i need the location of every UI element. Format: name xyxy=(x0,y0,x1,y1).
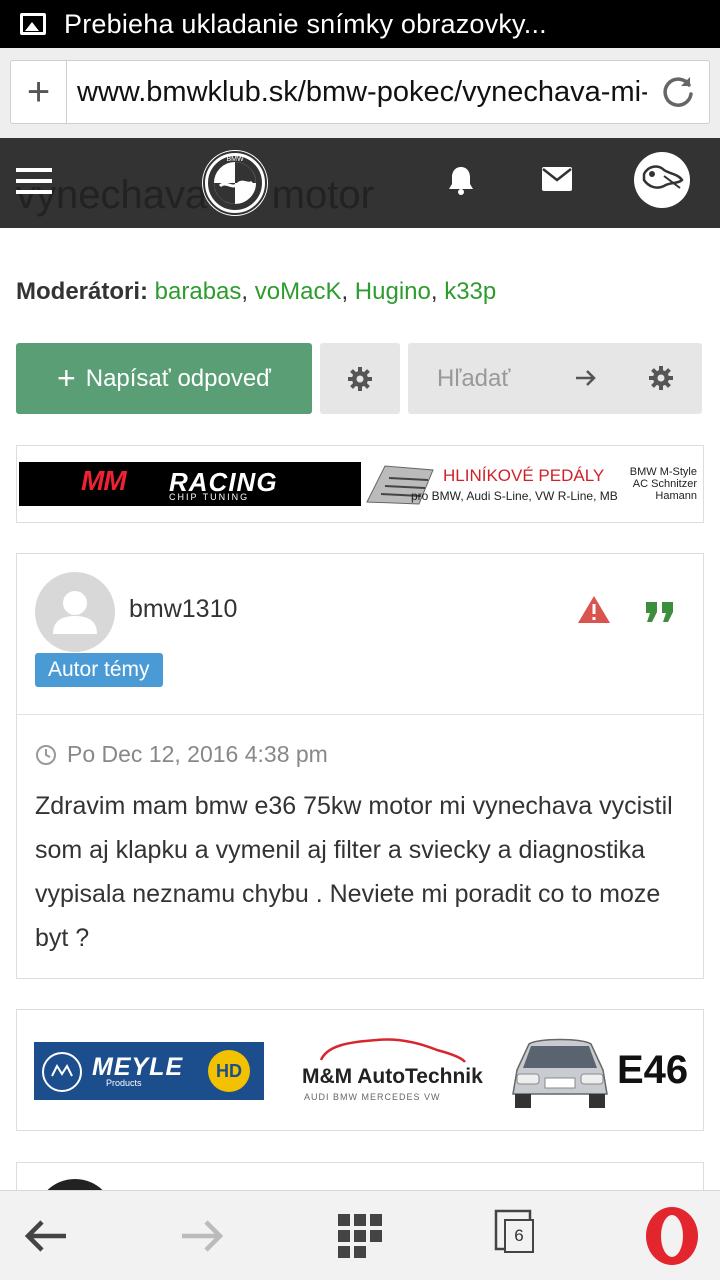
pedal-brands: BMW M-Style AC Schnitzer Hamann xyxy=(611,466,697,502)
browser-bottom-nav: 6 xyxy=(0,1190,720,1280)
tabs-button[interactable]: 6 xyxy=(486,1191,558,1280)
pedal-brand-line: AC Schnitzer xyxy=(632,478,697,490)
reply-label: Napísať odpoveď xyxy=(85,364,271,392)
topic-tools-button[interactable] xyxy=(320,343,400,414)
status-text: Prebieha ukladanie snímky obrazovky... xyxy=(64,8,547,39)
site-header: vynechava mi motor xyxy=(0,138,720,228)
ad-banner-mm-racing[interactable]: MM RACING CHIP TUNING HLINÍKOVÉ PEDÁLY p… xyxy=(16,445,704,523)
gear-icon[interactable] xyxy=(648,365,674,396)
mm-autotechnik-brands: AUDI BMW MERCEDES VW xyxy=(304,1092,441,1102)
search-box xyxy=(408,343,702,414)
pedal-title: HLINÍKOVÉ PEDÁLY xyxy=(443,466,605,485)
opera-menu-icon[interactable] xyxy=(636,1191,708,1280)
mail-icon[interactable] xyxy=(541,166,573,197)
post-username[interactable]: bmw1310 xyxy=(129,595,237,624)
page-title-ghost: vynechava mi motor xyxy=(16,173,374,217)
bmw-e46-image xyxy=(507,1030,613,1117)
logo-text: BMW xyxy=(226,156,244,163)
meyle-subtext: Products xyxy=(106,1078,142,1088)
moderators-label: Moderátori: xyxy=(16,278,148,305)
post-body: Zdravim mam bmw e36 75kw motor mi vynech… xyxy=(35,792,673,952)
meyle-logo: MEYLE Products HD xyxy=(34,1042,264,1100)
moderator-link-barabas[interactable]: barabas xyxy=(155,278,242,305)
speed-dial-grid-icon[interactable] xyxy=(324,1191,396,1280)
post-date-text: Po Dec 12, 2016 4:38 pm xyxy=(67,741,328,767)
arrow-right-icon[interactable] xyxy=(572,363,600,398)
pedal-brand-line: Hamann xyxy=(655,490,697,502)
reply-button[interactable]: + Napísať odpoveď xyxy=(16,343,312,414)
mm-logo-mark: MM xyxy=(81,465,127,496)
meyle-hd-badge: HD xyxy=(208,1050,250,1092)
post-avatar[interactable] xyxy=(35,572,115,652)
bell-icon[interactable] xyxy=(446,164,476,201)
search-input[interactable] xyxy=(408,343,568,414)
image-icon xyxy=(20,13,46,35)
reload-icon[interactable] xyxy=(647,61,709,123)
report-warning-icon[interactable] xyxy=(577,594,611,629)
moderator-link-vomack[interactable]: voMacK xyxy=(255,278,342,305)
pedal-brand-line: BMW M-Style xyxy=(629,466,697,478)
post-date: Po Dec 12, 2016 4:38 pm xyxy=(35,741,328,768)
post-header-divider xyxy=(17,714,703,715)
clock-icon xyxy=(36,744,56,765)
moderators-line: Moderátori: barabas, voMacK, Hugino, k33… xyxy=(16,278,496,306)
forward-arrow-icon[interactable] xyxy=(166,1191,238,1280)
car-silhouette-icon xyxy=(319,1038,466,1063)
url-box: + www.bmwklub.sk/bmw-pokec/vynechava-mi-… xyxy=(10,60,710,124)
bmw-logo[interactable]: BMW xyxy=(202,150,268,216)
forum-post: bmw1310 Autor témy Po Dec 12, 2016 4:38 … xyxy=(16,553,704,979)
quote-icon[interactable] xyxy=(644,600,676,629)
new-tab-plus-icon[interactable]: + xyxy=(11,61,67,123)
mm-autotechnik-text: M&M AutoTechnik xyxy=(302,1065,483,1088)
user-avatar[interactable] xyxy=(634,152,690,208)
moderator-separator: , xyxy=(241,278,255,305)
moderator-separator: , xyxy=(430,278,445,305)
browser-url-bar: + www.bmwklub.sk/bmw-pokec/vynechava-mi-… xyxy=(0,48,720,138)
status-bar: Prebieha ukladanie snímky obrazovky... xyxy=(0,0,720,48)
moderator-link-hugino[interactable]: Hugino xyxy=(355,278,431,305)
pedal-subtitle: pro BMW, Audi S-Line, VW R-Line, MB xyxy=(411,489,618,503)
url-field[interactable]: www.bmwklub.sk/bmw-pokec/vynechava-mi-mo… xyxy=(67,76,647,109)
mm-racing-logo: MM RACING CHIP TUNING xyxy=(19,462,361,506)
tabs-count: 6 xyxy=(504,1219,534,1253)
moderator-link-k33p[interactable]: k33p xyxy=(444,278,496,305)
gear-icon xyxy=(348,366,372,391)
menu-icon[interactable] xyxy=(16,168,52,194)
screen: Prebieha ukladanie snímky obrazovky... +… xyxy=(0,0,720,1280)
plus-icon: + xyxy=(57,360,76,396)
author-badge: Autor témy xyxy=(35,653,163,687)
back-arrow-icon[interactable] xyxy=(10,1191,82,1280)
mm-chip-text: CHIP TUNING xyxy=(169,492,250,502)
moderator-separator: , xyxy=(341,278,355,305)
ad-banner-mm-autotechnik[interactable]: MEYLE Products HD M&M AutoTechnik AUDI B… xyxy=(16,1009,704,1131)
model-e46-text: E46 xyxy=(617,1048,689,1092)
